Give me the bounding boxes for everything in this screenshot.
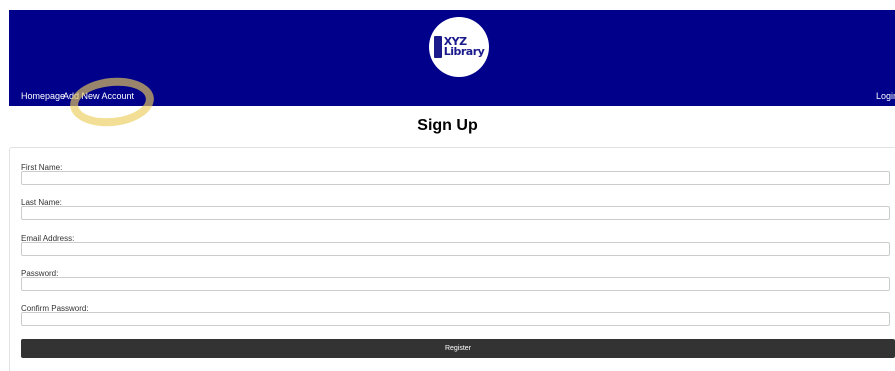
logo-text: XYZ Library xyxy=(443,36,485,58)
confirm-password-field[interactable] xyxy=(21,312,890,326)
page-title: Sign Up xyxy=(417,117,478,134)
nav-homepage-link[interactable]: Homepage xyxy=(21,91,65,101)
email-field[interactable] xyxy=(21,242,890,256)
nav-login-link[interactable]: Login xyxy=(876,91,895,101)
password-field[interactable] xyxy=(21,277,890,291)
logo-mark: XYZ Library xyxy=(433,36,485,58)
first-name-field[interactable] xyxy=(21,171,890,185)
register-button[interactable]: Register xyxy=(21,339,895,358)
library-logo[interactable]: XYZ Library xyxy=(429,17,489,77)
logo-line2: Library xyxy=(443,45,485,58)
site-header: XYZ Library Homepage Add New Account Log… xyxy=(9,10,895,106)
book-icon xyxy=(433,36,442,58)
nav-add-account-link[interactable]: Add New Account xyxy=(63,91,134,101)
last-name-field[interactable] xyxy=(21,206,890,220)
